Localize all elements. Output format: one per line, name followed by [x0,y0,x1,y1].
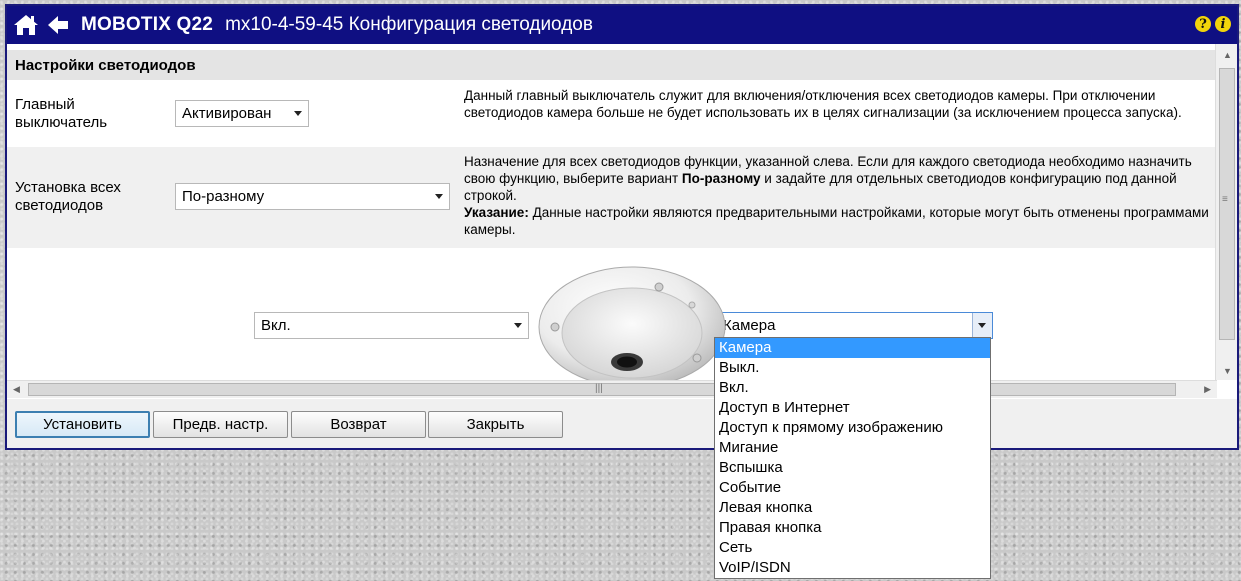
dropdown-option[interactable]: Вкл. [715,378,990,398]
vertical-scrollbar[interactable]: ▲ ≡ ▼ [1215,44,1237,380]
label-line: Установка всех [15,179,121,196]
grip-icon: ≡ [1222,194,1228,205]
home-icon[interactable] [13,12,39,38]
label-line: выключатель [15,114,108,131]
label-line: светодиодов [15,197,104,214]
close-button[interactable]: Закрыть [428,411,563,438]
help-icon[interactable]: ? [1195,16,1211,32]
chevron-down-icon [514,323,522,328]
note-text: Данные настройки являются предварительны… [464,205,1209,237]
dropdown-option[interactable]: Камера [715,338,990,358]
brand-title: MOBOTIX Q22 [81,14,214,35]
dropdown-option[interactable]: Доступ к прямому изображению [715,418,990,438]
master-switch-description: Данный главный выключатель служит для вк… [464,88,1182,120]
scroll-right-icon[interactable]: ▶ [1204,384,1211,395]
led-right-select[interactable]: Камера [716,312,993,339]
title-bar: MOBOTIX Q22 mx10-4-59-45 Конфигурация св… [7,6,1237,44]
camera-image [538,266,726,388]
scroll-left-icon[interactable]: ◀ [13,384,20,395]
dropdown-option[interactable]: Правая кнопка [715,518,990,538]
chevron-down-icon [435,194,443,199]
select-value: Камера [723,317,776,334]
led-left-select[interactable]: Вкл. [254,312,529,339]
all-leds-select[interactable]: По-разному [175,183,450,210]
back-arrow-icon[interactable] [45,12,71,38]
config-window: MOBOTIX Q22 mx10-4-59-45 Конфигурация св… [5,4,1239,450]
dropdown-option[interactable]: VoIP/ISDN [715,558,990,578]
button-bar: Установить Предв. настр. Возврат Закрыть [7,399,1237,448]
dropdown-option[interactable]: Событие [715,478,990,498]
master-switch-select[interactable]: Активирован [175,100,309,127]
dropdown-option[interactable]: Вспышка [715,458,990,478]
select-value: Активирован [182,105,272,122]
dropdown-option[interactable]: Выкл. [715,358,990,378]
note-label: Указание: [464,205,529,220]
master-switch-label: Главный выключатель [15,96,107,132]
label-line: Главный [15,96,75,113]
dropdown-option[interactable]: Сеть [715,538,990,558]
all-leds-description: Назначение для всех светодиодов функции,… [464,153,1217,238]
all-leds-row: Установка всех светодиодов По-разному На… [7,147,1217,248]
led-function-dropdown-list[interactable]: Камера Выкл. Вкл. Доступ в Интернет Доступ к… [714,337,991,579]
all-leds-label: Установка всех светодиодов [15,179,121,215]
titlebar-actions: ? i [1195,16,1231,32]
chevron-down-icon [294,111,302,116]
dropdown-option[interactable]: Доступ в Интернет [715,398,990,418]
select-value: Вкл. [261,317,291,334]
chevron-down-icon [978,323,986,328]
set-button[interactable]: Установить [15,411,150,438]
dropdown-option[interactable]: Левая кнопка [715,498,990,518]
dropdown-button[interactable] [972,313,992,338]
restore-button[interactable]: Возврат [291,411,426,438]
desc-bold: По-разному [681,171,761,186]
select-value: По-разному [182,188,265,205]
presets-button[interactable]: Предв. настр. [153,411,288,438]
horizontal-scrollbar[interactable]: ◀ ||| ▶ [7,380,1217,398]
scroll-up-icon[interactable]: ▲ [1223,50,1232,60]
page-title: mx10-4-59-45 Конфигурация светодиодов [225,14,593,35]
section-header: Настройки светодиодов [7,50,1217,80]
dropdown-option[interactable]: Мигание [715,438,990,458]
master-switch-row: Главный выключатель Активирован Данный г… [7,81,1217,147]
info-icon[interactable]: i [1215,16,1231,32]
scroll-down-icon[interactable]: ▼ [1223,366,1232,376]
grip-icon: ||| [595,383,603,394]
